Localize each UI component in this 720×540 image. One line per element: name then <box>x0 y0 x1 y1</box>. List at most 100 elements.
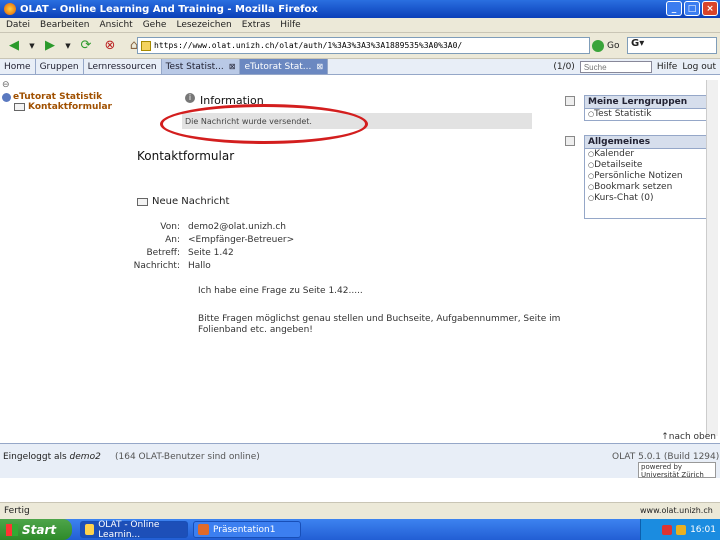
general-box: Allgemeines Kalender Detailseite Persönl… <box>584 135 716 219</box>
go-button[interactable]: Go <box>607 41 619 51</box>
go-icon[interactable] <box>592 40 604 52</box>
window-title: OLAT - Online Learning And Training - Mo… <box>20 3 318 15</box>
groups-icon <box>565 96 575 106</box>
general-link-chat[interactable]: Kurs-Chat (0) <box>585 193 715 204</box>
form-title: Kontaktformular <box>137 149 235 163</box>
close-button[interactable]: × <box>702 1 718 16</box>
tree-item-label: Kontaktformular <box>28 102 112 112</box>
field-label: Betreff: <box>146 248 180 258</box>
info-icon: i <box>185 93 195 103</box>
tab-etutorat-statistik[interactable]: eTutorat Stat... ⊠ <box>240 59 329 74</box>
message-line: Bitte Fragen möglichst genau stellen und… <box>198 314 561 335</box>
firefox-task-icon <box>85 524 95 535</box>
task-firefox[interactable]: OLAT - Online Learnin... <box>80 519 188 540</box>
tab-label: Home <box>4 61 31 72</box>
login-status: Eingeloggt als demo2 <box>3 452 101 462</box>
general-link-kalender[interactable]: Kalender <box>585 149 715 160</box>
uzh-logo[interactable]: powered by Universität Zürich <box>638 462 716 479</box>
tab-home[interactable]: Home <box>0 59 36 74</box>
field-row: Nachricht: Hallo <box>130 261 294 274</box>
tab-gruppen[interactable]: Gruppen <box>36 59 84 74</box>
url-input[interactable] <box>154 41 574 50</box>
general-icon <box>565 136 575 146</box>
task-label: OLAT - Online Learnin... <box>98 519 160 540</box>
maximize-button[interactable]: □ <box>684 1 700 16</box>
menu-hilfe[interactable]: Hilfe <box>280 20 300 30</box>
my-groups-box: Meine Lerngruppen Test Statistik <box>584 95 716 121</box>
collapse-icon[interactable]: ⊖ <box>2 80 127 90</box>
minimize-button[interactable]: _ <box>666 1 682 16</box>
powerpoint-task-icon <box>198 524 209 535</box>
field-value: demo2@olat.unizh.ch <box>188 222 287 232</box>
group-link[interactable]: Test Statistik <box>585 109 715 120</box>
forward-arrow-icon[interactable]: ▶ <box>40 36 60 56</box>
menu-gehe[interactable]: Gehe <box>143 20 167 30</box>
windows-flag-icon <box>6 523 18 536</box>
firefox-icon <box>4 3 16 15</box>
field-row: Von: demo2@olat.unizh.ch <box>130 222 294 235</box>
tab-lernressourcen[interactable]: Lernressourcen <box>84 59 162 74</box>
login-prefix: Eingeloggt als <box>3 452 67 462</box>
section-label: Neue Nachricht <box>152 196 230 207</box>
mail-icon <box>14 103 25 111</box>
field-row: Betreff: Seite 1.42 <box>130 248 294 261</box>
reload-icon[interactable]: ⟳ <box>76 36 96 56</box>
stop-icon[interactable]: ⊗ <box>100 36 120 56</box>
mail-icon <box>137 197 148 206</box>
chat-counter[interactable]: (1/0) <box>553 62 575 72</box>
help-link[interactable]: Hilfe <box>657 62 677 72</box>
tree-root-label: eTutorat Statistik <box>13 92 103 102</box>
back-dropdown-icon[interactable]: ▼ <box>28 36 36 56</box>
course-tree: ⊖ eTutorat Statistik Kontaktformular <box>2 80 127 440</box>
search-engine-box[interactable]: G▾ <box>627 37 717 54</box>
course-icon <box>2 92 11 102</box>
clock: 16:01 <box>690 524 716 535</box>
forward-dropdown-icon[interactable]: ▼ <box>64 36 72 56</box>
menu-lesezeichen[interactable]: Lesezeichen <box>176 20 231 30</box>
field-value: <Empfänger-Betreuer> <box>188 235 295 245</box>
task-powerpoint[interactable]: Präsentation1 <box>193 521 301 538</box>
field-row: An: <Empfänger-Betreuer> <box>130 235 294 248</box>
task-label: Präsentation1 <box>213 524 276 535</box>
search-input[interactable] <box>579 61 652 73</box>
message-line: Ich habe eine Frage zu Seite 1.42..... <box>198 286 363 296</box>
menu-datei[interactable]: Datei <box>6 20 30 30</box>
back-to-top-link[interactable]: ↑nach oben <box>661 432 716 442</box>
page-footer: Eingeloggt als demo2 (164 OLAT-Benutzer … <box>0 443 720 479</box>
field-label: An: <box>165 235 180 245</box>
close-tab-icon[interactable]: ⊠ <box>229 62 236 71</box>
back-arrow-icon[interactable]: ◀ <box>4 36 24 56</box>
tab-label: Test Statist... <box>165 61 224 72</box>
navigation-toolbar: ◀ ▼ ▶ ▼ ⟳ ⊗ ⌂ Go G▾ <box>0 33 720 59</box>
tray-icon[interactable] <box>676 524 687 535</box>
field-value: Seite 1.42 <box>188 248 234 258</box>
users-online[interactable]: (164 OLAT-Benutzer sind online) <box>115 452 260 462</box>
tab-label: Lernressourcen <box>87 61 157 72</box>
status-domain: www.olat.unizh.ch <box>640 506 713 515</box>
logout-link[interactable]: Log out <box>682 62 716 72</box>
menu-extras[interactable]: Extras <box>242 20 270 30</box>
tree-item-kontaktformular[interactable]: Kontaktformular <box>14 102 127 112</box>
status-text: Fertig <box>4 506 30 516</box>
menu-bearbeiten[interactable]: Bearbeiten <box>40 20 89 30</box>
start-button[interactable]: Start <box>0 519 72 540</box>
message-body: Ich habe eine Frage zu Seite 1.42..... B… <box>198 286 568 353</box>
tab-test-statistik[interactable]: Test Statist... ⊠ <box>161 59 241 74</box>
status-bar: Fertig www.olat.unizh.ch <box>0 502 720 519</box>
close-tab-icon[interactable]: ⊠ <box>316 62 323 71</box>
tree-root[interactable]: eTutorat Statistik <box>2 92 127 102</box>
menu-ansicht[interactable]: Ansicht <box>99 20 132 30</box>
new-message-heading: Neue Nachricht <box>137 196 229 207</box>
general-link-bookmark[interactable]: Bookmark setzen <box>585 182 715 193</box>
general-link-detailseite[interactable]: Detailseite <box>585 160 715 171</box>
field-value: Hallo <box>188 261 211 271</box>
login-user: demo2 <box>69 452 101 462</box>
page-scrollbar[interactable] <box>706 80 718 436</box>
general-link-notizen[interactable]: Persönliche Notizen <box>585 171 715 182</box>
page-icon <box>141 40 151 51</box>
toplink-label: nach oben <box>668 432 716 442</box>
url-bar[interactable] <box>137 37 590 54</box>
tray-icon[interactable] <box>662 524 673 535</box>
windows-taskbar: Start OLAT - Online Learnin... Präsentat… <box>0 519 720 540</box>
menu-bar: Datei Bearbeiten Ansicht Gehe Lesezeiche… <box>0 18 720 33</box>
